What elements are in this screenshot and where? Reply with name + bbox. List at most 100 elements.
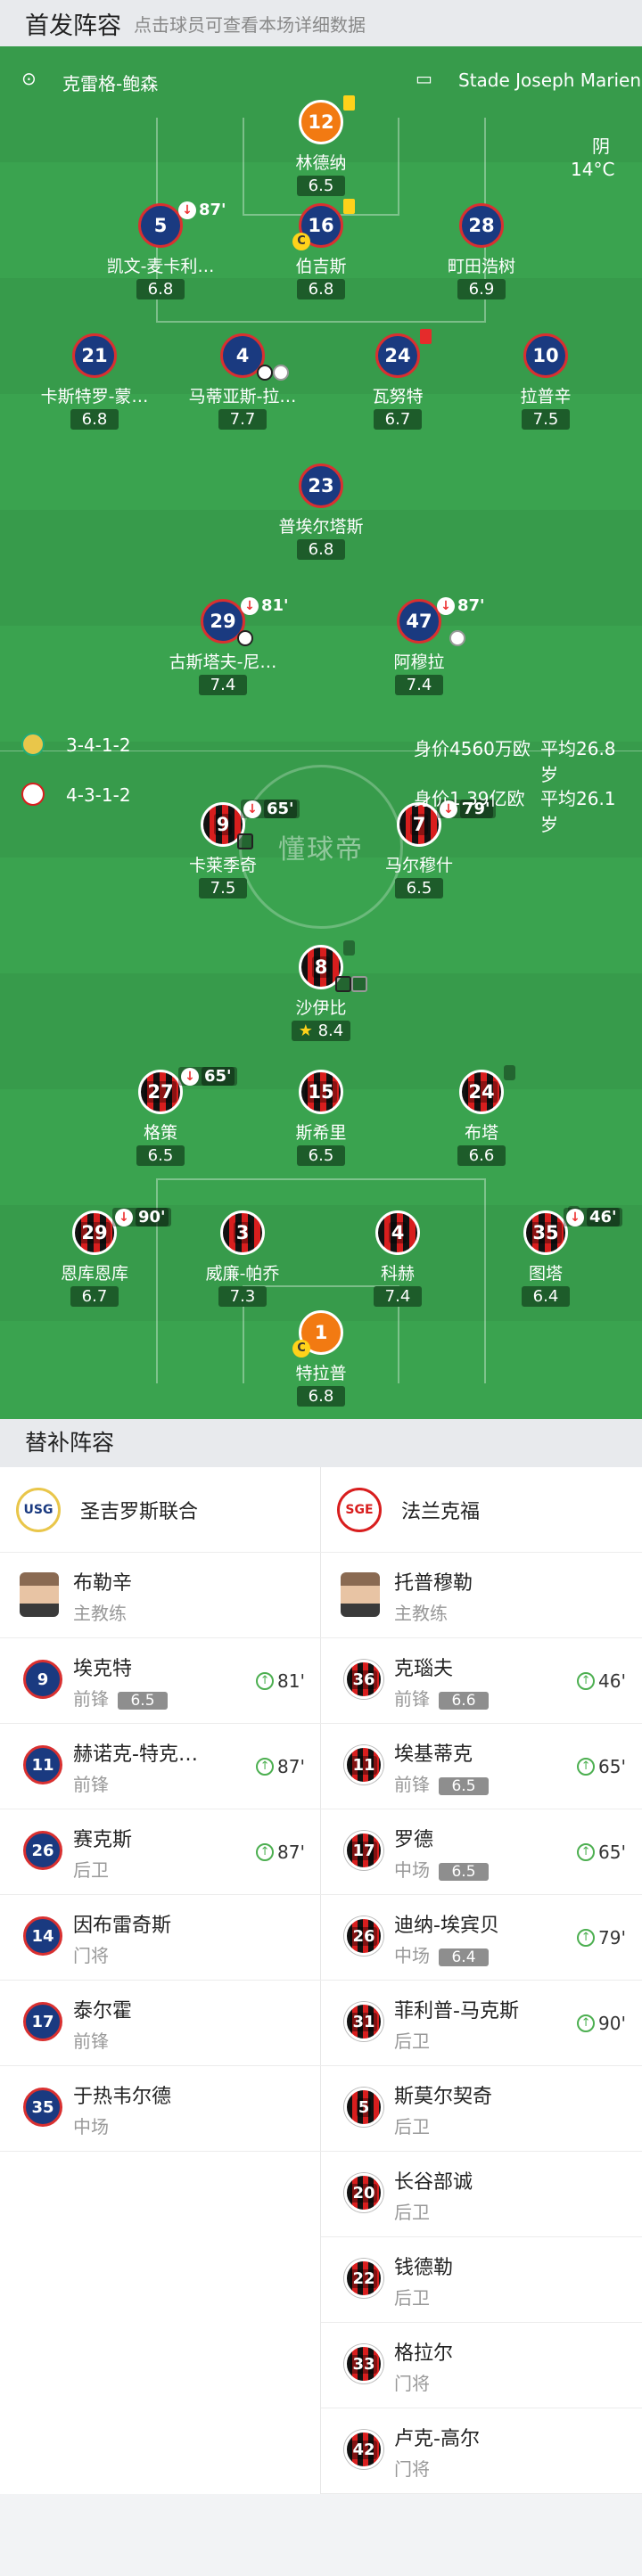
player-card[interactable]: 16 C 伯吉斯 6.8 [245, 199, 397, 299]
sub-player-row[interactable]: 5 斯莫尔契奇 后卫 [321, 2066, 642, 2152]
sub-player-row[interactable]: 17 罗德 中场 6.5 ↑ 65' [321, 1809, 642, 1895]
sub-position: 前锋 [73, 1774, 109, 1795]
player-card[interactable]: 28 町田浩树 6.9 [406, 203, 557, 299]
coach-row[interactable]: 托普穆勒 主教练 [321, 1553, 642, 1638]
away-team-logo [21, 783, 45, 806]
player-name: 卡斯特罗-蒙… [40, 387, 149, 406]
sub-player-row[interactable]: 14 因布雷奇斯 门将 [0, 1895, 321, 1981]
sub-player-row[interactable]: 17 泰尔霍 前锋 [0, 1981, 321, 2066]
player-rating: 7.5 [199, 878, 247, 898]
player-rating: 6.6 [457, 1145, 506, 1166]
sub-time: 81' [261, 596, 289, 615]
substitution-out: ↓ 90' [112, 1208, 171, 1226]
player-card[interactable]: 9 ↓ 65' 卡莱季奇 7.5 [147, 800, 300, 898]
player-card[interactable]: 4 马蒂亚斯-拉… 7.7 [167, 333, 318, 430]
player-card[interactable]: 27 ↓ 65' 格策 6.5 [85, 1067, 237, 1166]
rating-value: 6.4 [532, 1287, 559, 1306]
sub-number-badge: 36 [344, 1660, 383, 1699]
player-card[interactable]: 23 普埃尔塔斯 6.8 [245, 464, 397, 560]
sub-position-line: 门将 [394, 2369, 430, 2395]
player-card[interactable]: 12 林德纳 6.5 [245, 95, 397, 196]
player-rating: 6.8 [297, 279, 345, 299]
sub-player-row[interactable]: 42 卢克-高尔 门将 [321, 2408, 642, 2494]
sub-position-line: 中场 [73, 2112, 109, 2138]
player-rating: 6.5 [297, 1145, 345, 1166]
player-card[interactable]: 15 斯希里 6.5 [245, 1070, 397, 1166]
player-card[interactable]: 1 C 特拉普 6.8 [245, 1310, 397, 1407]
sub-number-badge: 5 [344, 2088, 383, 2127]
sub-rating: 6.5 [118, 1692, 168, 1710]
sub-player-row[interactable]: 11 埃基蒂克 前锋 6.5 ↑ 65' [321, 1724, 642, 1809]
rating-value: 8.4 [317, 1021, 344, 1040]
subs-section-title: 替补阵容 [0, 1419, 642, 1467]
sub-on-time: ↑ 65' [577, 1842, 626, 1863]
sub-player-row[interactable]: 36 克瑙夫 前锋 6.6 ↑ 46' [321, 1638, 642, 1724]
sub-number-badge: 26 [23, 1831, 62, 1870]
sub-player-row[interactable]: 22 钱德勒 后卫 [321, 2237, 642, 2323]
sub-on-minute: 65' [598, 1756, 626, 1777]
rating-value: 7.3 [229, 1287, 256, 1306]
sub-number-badge: 11 [23, 1745, 62, 1784]
away-team-summary: 4-3-1-2 身价1.39亿欧 平均26.1岁 [21, 783, 628, 835]
player-rating: 6.5 [395, 878, 443, 898]
player-number: 21 [81, 345, 108, 366]
coach-row[interactable]: 布勒辛 主教练 [0, 1553, 321, 1638]
sub-number: 33 [350, 2354, 377, 2374]
player-card[interactable]: 5 ↓ 87' 凯文-麦卡利… 6.8 [85, 201, 236, 299]
sub-player-row[interactable]: 26 赛克斯 后卫 ↑ 87' [0, 1809, 321, 1895]
sub-player-row[interactable]: 20 长谷部诚 后卫 [321, 2152, 642, 2237]
player-number: 1 [314, 1322, 328, 1343]
player-number-badge: 8 [299, 940, 367, 992]
player-number: 4 [388, 1222, 407, 1243]
player-card[interactable]: 21 卡斯特罗-蒙… 6.8 [19, 333, 170, 430]
player-card[interactable]: 29 ↓ 90' 恩库恩库 6.7 [19, 1208, 171, 1307]
sub-player-row[interactable]: 33 格拉尔 门将 [321, 2323, 642, 2408]
sub-number: 35 [31, 2097, 54, 2117]
sub-player-row[interactable]: 35 于热韦尔德 中场 [0, 2066, 321, 2152]
player-card[interactable]: 35 ↓ 46' 图塔 6.4 [470, 1206, 622, 1307]
rating-value: 7.5 [532, 410, 559, 429]
home-subs-column: USG 圣吉罗斯联合 布勒辛 主教练 9 埃克特 前锋 6.5 ↑ 81' 11 赫诺克-特克… 前锋 ↑… [0, 1467, 321, 2152]
player-card[interactable]: 8 沙伊比 ★ 8.4 [245, 940, 397, 1041]
player-name: 斯希里 [295, 1123, 347, 1143]
player-number-badge: 4 [375, 1210, 420, 1255]
rating-value: 7.7 [229, 410, 256, 429]
player-card[interactable]: 7 ↓ 79' 马尔穆什 6.5 [343, 800, 496, 898]
sub-on-time: ↑ 65' [577, 1756, 626, 1777]
sub-player-row[interactable]: 9 埃克特 前锋 6.5 ↑ 81' [0, 1638, 321, 1724]
coach-name: 托普穆勒 [394, 1572, 473, 1595]
sub-player-row[interactable]: 11 赫诺克-特克… 前锋 ↑ 87' [0, 1724, 321, 1809]
home-team-summary: 3-4-1-2 身价4560万欧 平均26.8岁 [21, 733, 628, 785]
player-number: 29 [78, 1222, 111, 1243]
sub-number-badge: 35 [23, 2088, 62, 2127]
sub-player-row[interactable]: 31 菲利普-马克斯 后卫 ↑ 90' [321, 1981, 642, 2066]
player-name: 布塔 [464, 1123, 498, 1143]
sub-name: 埃克特 [73, 1658, 133, 1680]
sub-on-time: ↑ 90' [577, 2013, 626, 2034]
star-icon: ★ [298, 1021, 318, 1040]
sub-on-minute: 81' [277, 1670, 305, 1692]
sub-name: 克瑙夫 [394, 1658, 454, 1680]
sub-in-icon: ↑ [256, 1672, 275, 1690]
sub-on-time: ↑ 81' [256, 1670, 305, 1692]
yellow-card-icon [343, 940, 355, 956]
player-number: 23 [308, 475, 334, 496]
rating-value: 7.5 [210, 879, 236, 898]
player-card[interactable]: 3 威廉-帕乔 7.3 [167, 1210, 318, 1307]
player-card[interactable]: 10 拉普辛 7.5 [470, 333, 621, 430]
player-name: 普埃尔塔斯 [278, 517, 364, 537]
player-number-badge: 21 [72, 333, 117, 378]
sub-number-badge: 20 [344, 2173, 383, 2212]
substitution-out: ↓ 81' [241, 596, 289, 615]
player-number-badge: 23 [299, 464, 343, 508]
player-card[interactable]: 47 ↓ 87' 阿穆拉 7.4 [343, 596, 495, 695]
player-card[interactable]: 4 科赫 7.4 [322, 1210, 473, 1307]
player-card[interactable]: 24 瓦努特 6.7 [322, 329, 473, 430]
player-card[interactable]: 29 ↓ 81' 古斯塔夫-尼… 7.4 [147, 596, 299, 695]
sub-player-row[interactable]: 26 迪纳-埃宾贝 中场 6.4 ↑ 79' [321, 1895, 642, 1981]
player-card[interactable]: 24 布塔 6.6 [406, 1065, 557, 1166]
sub-name: 卢克-高尔 [394, 2428, 480, 2450]
sub-position: 中场 [394, 1859, 430, 1881]
player-rating: 7.7 [218, 409, 267, 430]
rating-value: 6.5 [308, 1146, 334, 1165]
